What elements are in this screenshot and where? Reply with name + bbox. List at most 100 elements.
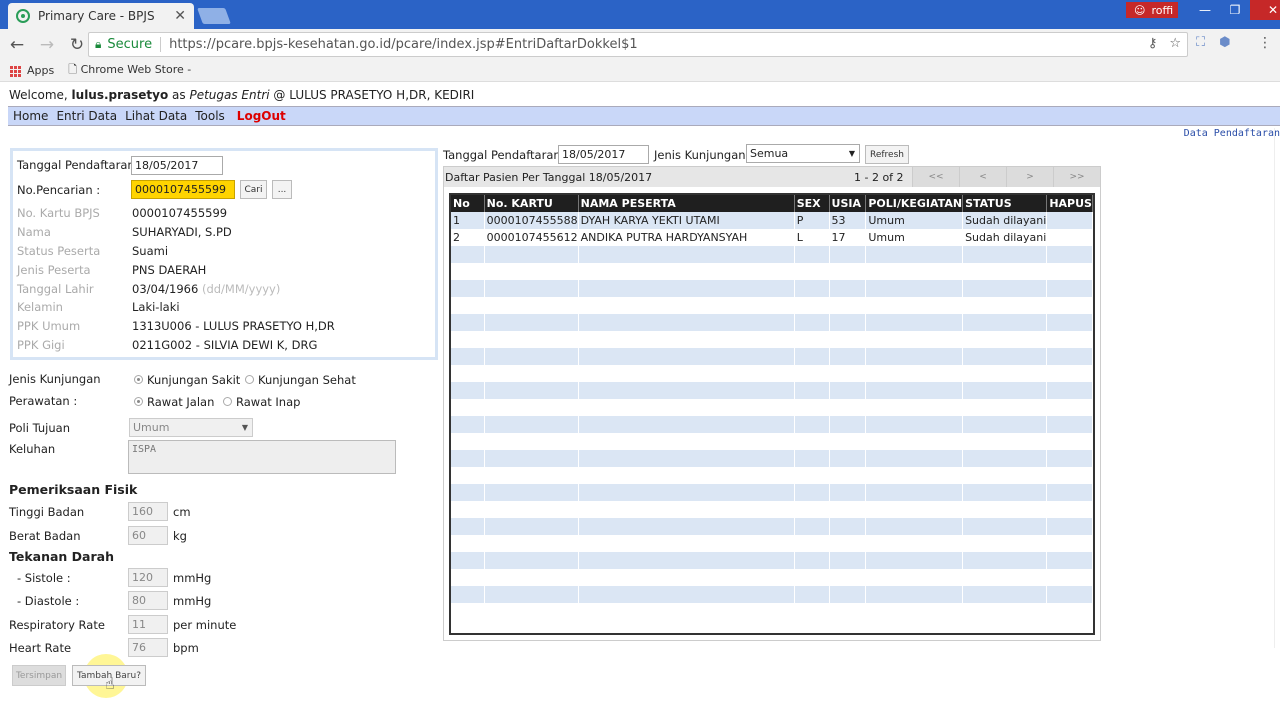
table-cell bbox=[484, 263, 579, 280]
poli-value: Umum bbox=[133, 421, 170, 434]
table-cell bbox=[794, 433, 830, 450]
table-cell bbox=[865, 484, 964, 501]
browser-tab[interactable]: Primary Care - BPJS ✕ bbox=[8, 3, 194, 29]
table-cell bbox=[1046, 603, 1093, 620]
menu-lihat-data[interactable]: Lihat Data bbox=[125, 109, 187, 123]
table-cell bbox=[829, 382, 867, 399]
sistole-input[interactable]: 120 bbox=[128, 568, 168, 587]
col-nama[interactable]: NAMA PESERTA bbox=[578, 195, 795, 212]
radio-rawat-inap[interactable]: Rawat Inap bbox=[223, 395, 300, 409]
resp-input[interactable]: 11 bbox=[128, 615, 168, 634]
cari-button[interactable]: Cari bbox=[240, 180, 267, 199]
table-cell bbox=[962, 467, 1048, 484]
menu-logout[interactable]: LogOut bbox=[237, 109, 286, 123]
table-cell bbox=[865, 348, 964, 365]
table-cell bbox=[829, 586, 867, 603]
apps-grid-icon bbox=[10, 65, 21, 77]
field-value-ppk-gigi: 0211G002 - SILVIA DEWI K, DRG bbox=[132, 338, 318, 352]
pager-last[interactable]: >> bbox=[1053, 167, 1100, 187]
page-scrollbar[interactable] bbox=[1274, 128, 1280, 648]
table-cell bbox=[451, 501, 485, 518]
col-poli[interactable]: POLI/KEGIATAN bbox=[865, 195, 964, 212]
back-arrow-icon[interactable]: ← bbox=[4, 33, 30, 57]
url-text[interactable]: https://pcare.bpjs-kesehatan.go.id/pcare… bbox=[169, 37, 638, 52]
tersimpan-button[interactable]: Tersimpan bbox=[12, 665, 66, 686]
table-cell bbox=[794, 365, 830, 382]
star-icon[interactable]: ☆ bbox=[1169, 36, 1181, 51]
col-no[interactable]: No bbox=[451, 195, 485, 212]
table-cell bbox=[1046, 535, 1093, 552]
field-label-ppk-umum: PPK Umum bbox=[17, 319, 81, 333]
table-empty-row bbox=[451, 603, 1093, 620]
col-status[interactable]: STATUS bbox=[962, 195, 1048, 212]
forward-arrow-icon[interactable]: → bbox=[34, 33, 60, 57]
col-kartu[interactable]: No. KARTU bbox=[484, 195, 579, 212]
dropdown-arrow-icon: ▼ bbox=[848, 149, 855, 158]
lookup-more-button[interactable]: ... bbox=[272, 180, 292, 199]
pencarian-input[interactable]: 0000107455599 bbox=[131, 180, 235, 199]
col-sex[interactable]: SEX bbox=[794, 195, 830, 212]
table-cell bbox=[865, 569, 964, 586]
tab-close-icon[interactable]: ✕ bbox=[174, 8, 186, 24]
pager-first[interactable]: << bbox=[912, 167, 959, 187]
table-cell bbox=[578, 280, 795, 297]
col-usia[interactable]: USIA bbox=[829, 195, 867, 212]
field-label-status: Status Peserta bbox=[17, 244, 101, 258]
table-cell bbox=[829, 603, 867, 620]
extension-icon[interactable]: ⛶ bbox=[1196, 35, 1205, 50]
refresh-button[interactable]: Refresh bbox=[865, 145, 909, 164]
diastole-input[interactable]: 80 bbox=[128, 591, 168, 610]
url-bar[interactable]: 🔒︎ Secure https://pcare.bpjs-kesehatan.g… bbox=[88, 32, 1188, 57]
extension2-icon[interactable]: ⬢ bbox=[1219, 35, 1230, 50]
berat-input[interactable]: 60 bbox=[128, 526, 168, 545]
minimize-icon[interactable]: — bbox=[1190, 0, 1220, 20]
new-tab-button[interactable] bbox=[197, 8, 231, 24]
table-cell bbox=[794, 399, 830, 416]
menu-home[interactable]: Home bbox=[13, 109, 48, 123]
lahir-value: 03/04/1966 bbox=[132, 282, 199, 296]
table-row[interactable]: 1 0000107455588 DYAH KARYA YEKTI UTAMI P 53 U… bbox=[451, 212, 1093, 229]
maximize-icon[interactable]: ❐ bbox=[1220, 0, 1250, 20]
table-cell bbox=[578, 467, 795, 484]
table-cell bbox=[962, 518, 1048, 535]
tinggi-input[interactable]: 160 bbox=[128, 502, 168, 521]
menu-entri-data[interactable]: Entri Data bbox=[56, 109, 117, 123]
col-hapus[interactable]: HAPUS bbox=[1046, 195, 1093, 212]
date-hint: (dd/MM/yyyy) bbox=[201, 282, 281, 296]
radio-rawat-jalan[interactable]: Rawat Jalan bbox=[134, 395, 214, 409]
heart-input[interactable]: 76 bbox=[128, 638, 168, 657]
table-row[interactable]: 2 0000107455612 ANDIKA PUTRA HARDYANSYAH L 1… bbox=[451, 229, 1093, 246]
table-cell bbox=[484, 484, 579, 501]
right-tanggal-input[interactable]: 18/05/2017 bbox=[558, 145, 649, 164]
radio-kunjungan-sakit[interactable]: Kunjungan Sakit bbox=[134, 373, 240, 387]
bookmarks-bar: Apps 🗋 Chrome Web Store - bbox=[0, 60, 1280, 82]
table-cell bbox=[451, 416, 485, 433]
pager-next[interactable]: > bbox=[1006, 167, 1053, 187]
bookmark-webstore[interactable]: 🗋 Chrome Web Store - bbox=[68, 61, 191, 80]
table-cell bbox=[1046, 365, 1093, 382]
table-cell bbox=[1046, 348, 1093, 365]
menu-tools[interactable]: Tools bbox=[195, 109, 225, 123]
bookmark-apps[interactable]: Apps bbox=[10, 64, 54, 77]
table-cell bbox=[794, 569, 830, 586]
keluhan-textarea[interactable]: ISPA bbox=[128, 440, 396, 474]
table-empty-row bbox=[451, 365, 1093, 382]
window-close-icon[interactable]: ✕ bbox=[1250, 0, 1280, 20]
browser-menu-icon[interactable]: ⋮ bbox=[1258, 35, 1272, 51]
table-empty-row bbox=[451, 331, 1093, 348]
tanggal-input[interactable]: 18/05/2017 bbox=[131, 156, 223, 175]
key-icon[interactable]: ⚷ bbox=[1148, 36, 1158, 51]
right-jenis-select[interactable]: Semua ▼ bbox=[746, 144, 860, 163]
table-cell bbox=[484, 331, 579, 348]
welcome-line: Welcome, lulus.prasetyo as Petugas Entri… bbox=[9, 88, 474, 102]
radio-kunjungan-sehat[interactable]: Kunjungan Sehat bbox=[245, 373, 356, 387]
poli-select[interactable]: Umum ▼ bbox=[129, 418, 253, 437]
table-empty-row bbox=[451, 280, 1093, 297]
pager-prev[interactable]: < bbox=[959, 167, 1006, 187]
profile-badge[interactable]: ☺ roffi bbox=[1126, 2, 1178, 18]
table-cell bbox=[829, 314, 867, 331]
table-cell bbox=[484, 569, 579, 586]
table-empty-row bbox=[451, 348, 1093, 365]
table-cell bbox=[794, 501, 830, 518]
reload-icon[interactable]: ↻ bbox=[64, 33, 90, 57]
